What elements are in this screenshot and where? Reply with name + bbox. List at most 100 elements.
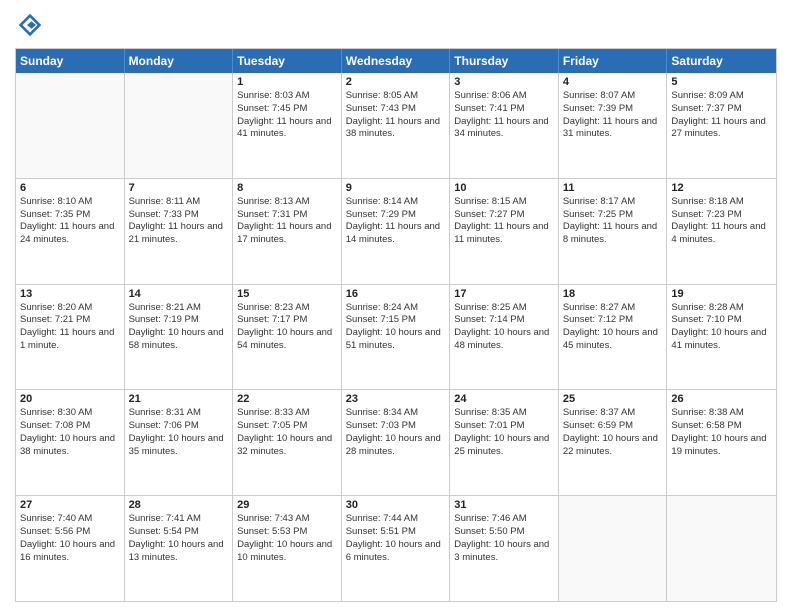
sunset-text: Sunset: 7:01 PM: [454, 420, 554, 433]
sunrise-text: Sunrise: 8:06 AM: [454, 90, 554, 103]
calendar-cell: 26Sunrise: 8:38 AMSunset: 6:58 PMDayligh…: [667, 390, 776, 495]
daylight-text: Daylight: 10 hours and 28 minutes.: [346, 433, 446, 459]
day-number: 2: [346, 76, 446, 88]
sunrise-text: Sunrise: 8:03 AM: [237, 90, 337, 103]
sunset-text: Sunset: 7:17 PM: [237, 314, 337, 327]
day-number: 1: [237, 76, 337, 88]
sunrise-text: Sunrise: 8:34 AM: [346, 407, 446, 420]
sunset-text: Sunset: 7:39 PM: [563, 103, 663, 116]
sunrise-text: Sunrise: 8:09 AM: [671, 90, 772, 103]
daylight-text: Daylight: 10 hours and 22 minutes.: [563, 433, 663, 459]
daylight-text: Daylight: 11 hours and 17 minutes.: [237, 221, 337, 247]
calendar-cell: 3Sunrise: 8:06 AMSunset: 7:41 PMDaylight…: [450, 73, 559, 178]
daylight-text: Daylight: 10 hours and 3 minutes.: [454, 539, 554, 565]
day-number: 19: [671, 288, 772, 300]
sunset-text: Sunset: 7:12 PM: [563, 314, 663, 327]
day-number: 29: [237, 499, 337, 511]
day-number: 18: [563, 288, 663, 300]
daylight-text: Daylight: 10 hours and 13 minutes.: [129, 539, 229, 565]
calendar-cell: [16, 73, 125, 178]
day-number: 20: [20, 393, 120, 405]
sunset-text: Sunset: 7:08 PM: [20, 420, 120, 433]
calendar-cell: 9Sunrise: 8:14 AMSunset: 7:29 PMDaylight…: [342, 179, 451, 284]
sunset-text: Sunset: 7:31 PM: [237, 209, 337, 222]
day-number: 23: [346, 393, 446, 405]
calendar-row: 13Sunrise: 8:20 AMSunset: 7:21 PMDayligh…: [16, 284, 776, 390]
calendar-cell: 12Sunrise: 8:18 AMSunset: 7:23 PMDayligh…: [667, 179, 776, 284]
daylight-text: Daylight: 11 hours and 4 minutes.: [671, 221, 772, 247]
sunset-text: Sunset: 7:19 PM: [129, 314, 229, 327]
daylight-text: Daylight: 11 hours and 41 minutes.: [237, 116, 337, 142]
calendar-cell: 13Sunrise: 8:20 AMSunset: 7:21 PMDayligh…: [16, 285, 125, 390]
calendar-row: 6Sunrise: 8:10 AMSunset: 7:35 PMDaylight…: [16, 178, 776, 284]
sunrise-text: Sunrise: 8:30 AM: [20, 407, 120, 420]
daylight-text: Daylight: 11 hours and 21 minutes.: [129, 221, 229, 247]
calendar-cell: 5Sunrise: 8:09 AMSunset: 7:37 PMDaylight…: [667, 73, 776, 178]
calendar-row: 1Sunrise: 8:03 AMSunset: 7:45 PMDaylight…: [16, 73, 776, 178]
sunrise-text: Sunrise: 8:24 AM: [346, 302, 446, 315]
sunset-text: Sunset: 7:33 PM: [129, 209, 229, 222]
sunset-text: Sunset: 7:41 PM: [454, 103, 554, 116]
sunrise-text: Sunrise: 7:44 AM: [346, 513, 446, 526]
day-number: 21: [129, 393, 229, 405]
day-number: 14: [129, 288, 229, 300]
logo-icon: [15, 10, 45, 40]
daylight-text: Daylight: 10 hours and 54 minutes.: [237, 327, 337, 353]
sunrise-text: Sunrise: 8:17 AM: [563, 196, 663, 209]
daylight-text: Daylight: 11 hours and 27 minutes.: [671, 116, 772, 142]
day-number: 4: [563, 76, 663, 88]
daylight-text: Daylight: 10 hours and 51 minutes.: [346, 327, 446, 353]
day-number: 16: [346, 288, 446, 300]
weekday-header: Thursday: [450, 49, 559, 73]
weekday-header: Tuesday: [233, 49, 342, 73]
calendar-cell: 18Sunrise: 8:27 AMSunset: 7:12 PMDayligh…: [559, 285, 668, 390]
weekday-header: Friday: [559, 49, 668, 73]
sunrise-text: Sunrise: 8:20 AM: [20, 302, 120, 315]
sunset-text: Sunset: 7:29 PM: [346, 209, 446, 222]
day-number: 9: [346, 182, 446, 194]
calendar-row: 27Sunrise: 7:40 AMSunset: 5:56 PMDayligh…: [16, 495, 776, 601]
sunset-text: Sunset: 7:10 PM: [671, 314, 772, 327]
sunset-text: Sunset: 6:59 PM: [563, 420, 663, 433]
sunrise-text: Sunrise: 8:21 AM: [129, 302, 229, 315]
day-number: 24: [454, 393, 554, 405]
sunrise-text: Sunrise: 8:14 AM: [346, 196, 446, 209]
sunset-text: Sunset: 7:21 PM: [20, 314, 120, 327]
calendar-cell: 1Sunrise: 8:03 AMSunset: 7:45 PMDaylight…: [233, 73, 342, 178]
day-number: 5: [671, 76, 772, 88]
sunrise-text: Sunrise: 8:15 AM: [454, 196, 554, 209]
sunrise-text: Sunrise: 7:41 AM: [129, 513, 229, 526]
calendar-cell: 23Sunrise: 8:34 AMSunset: 7:03 PMDayligh…: [342, 390, 451, 495]
daylight-text: Daylight: 11 hours and 38 minutes.: [346, 116, 446, 142]
sunset-text: Sunset: 7:27 PM: [454, 209, 554, 222]
daylight-text: Daylight: 11 hours and 8 minutes.: [563, 221, 663, 247]
header: [15, 10, 777, 40]
sunrise-text: Sunrise: 8:05 AM: [346, 90, 446, 103]
calendar-cell: 4Sunrise: 8:07 AMSunset: 7:39 PMDaylight…: [559, 73, 668, 178]
daylight-text: Daylight: 10 hours and 38 minutes.: [20, 433, 120, 459]
day-number: 11: [563, 182, 663, 194]
calendar-cell: 2Sunrise: 8:05 AMSunset: 7:43 PMDaylight…: [342, 73, 451, 178]
sunset-text: Sunset: 7:05 PM: [237, 420, 337, 433]
day-number: 8: [237, 182, 337, 194]
day-number: 22: [237, 393, 337, 405]
sunrise-text: Sunrise: 8:38 AM: [671, 407, 772, 420]
day-number: 27: [20, 499, 120, 511]
sunset-text: Sunset: 5:56 PM: [20, 526, 120, 539]
sunrise-text: Sunrise: 8:23 AM: [237, 302, 337, 315]
day-number: 26: [671, 393, 772, 405]
calendar-cell: 21Sunrise: 8:31 AMSunset: 7:06 PMDayligh…: [125, 390, 234, 495]
weekday-header: Sunday: [16, 49, 125, 73]
day-number: 7: [129, 182, 229, 194]
calendar-cell: [125, 73, 234, 178]
day-number: 15: [237, 288, 337, 300]
calendar-cell: 8Sunrise: 8:13 AMSunset: 7:31 PMDaylight…: [233, 179, 342, 284]
sunrise-text: Sunrise: 8:25 AM: [454, 302, 554, 315]
page: SundayMondayTuesdayWednesdayThursdayFrid…: [0, 0, 792, 612]
sunset-text: Sunset: 5:51 PM: [346, 526, 446, 539]
sunset-text: Sunset: 7:23 PM: [671, 209, 772, 222]
sunset-text: Sunset: 7:14 PM: [454, 314, 554, 327]
sunrise-text: Sunrise: 8:28 AM: [671, 302, 772, 315]
daylight-text: Daylight: 10 hours and 58 minutes.: [129, 327, 229, 353]
sunrise-text: Sunrise: 8:07 AM: [563, 90, 663, 103]
